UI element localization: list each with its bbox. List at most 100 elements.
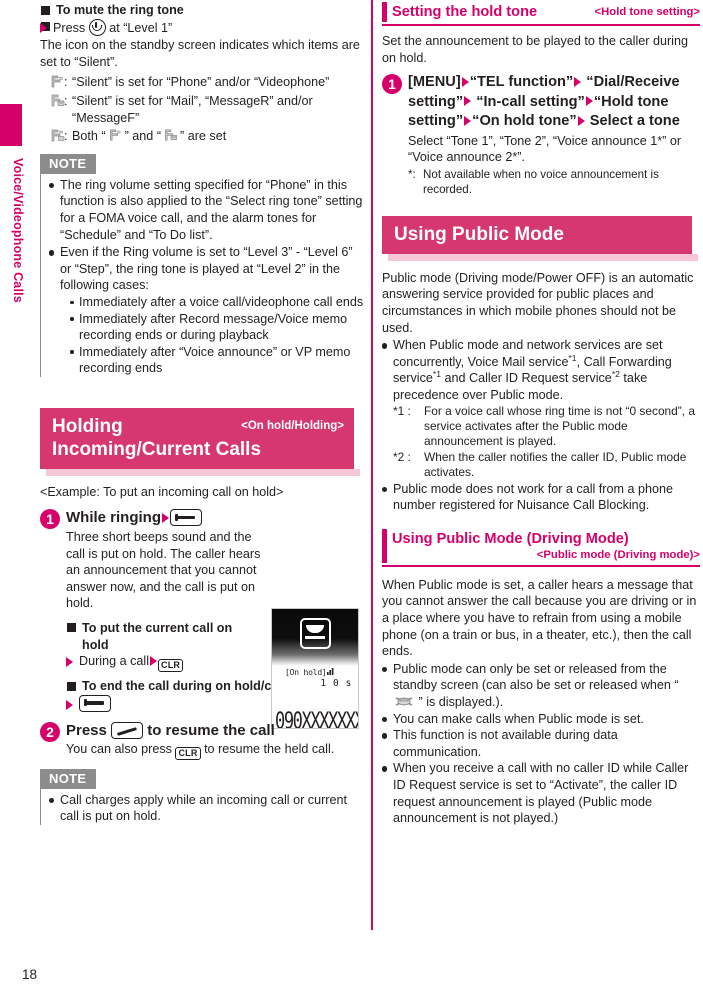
step-1-title-text: While ringing <box>66 509 161 527</box>
triangle-marker-icon <box>585 96 593 107</box>
triangle-marker-icon <box>66 657 73 668</box>
public-mode-footnote-2: *2 : When the caller notifies the caller… <box>393 450 700 481</box>
step-1-title: While ringing <box>66 508 366 528</box>
legend-row-mail: : “Silent” is set for “Mail”, “MessageR”… <box>40 93 366 126</box>
footnote-text: For a voice call whose ring time is not … <box>424 403 695 449</box>
triangle-marker-icon <box>162 512 169 523</box>
section-header-bar: Using Public Mode <box>382 215 692 254</box>
step-2-number: 2 <box>40 722 60 743</box>
press-suffix: at “Level 1” <box>109 20 173 35</box>
footnote-ref: *1 <box>568 352 577 363</box>
legend-text-mail: “Silent” is set for “Mail”, “MessageR” a… <box>72 93 313 125</box>
silent-both-icon <box>48 128 65 148</box>
menu-path-item: “On hold tone” <box>472 113 577 130</box>
subsection-tag-driving-mode: <Public mode (Driving mode)> <box>536 548 700 561</box>
footnote-marker: *1 : <box>393 403 411 418</box>
footnote-ref: *1 <box>432 369 442 380</box>
right-column: <Hold tone setting> Setting the hold ton… <box>382 0 700 827</box>
section-header-title: Holding Incoming/Current Calls <box>52 415 262 460</box>
note-subitem: Immediately after Record message/Voice m… <box>70 311 366 344</box>
bullet-text-before: Public mode can only be set or released … <box>393 661 679 693</box>
triangle-marker-icon <box>464 115 472 126</box>
hold-tone-step-body: Select “Tone 1”, “Tone 2”, “Voice announ… <box>408 133 682 165</box>
left-column: To mute the ring tone Press at “Level 1”… <box>40 0 366 825</box>
legend-text-phone: “Silent” is set for “Phone” and/or “Vide… <box>72 75 330 90</box>
public-mode-footnote-1: *1 : For a voice call whose ring time is… <box>393 404 700 450</box>
mute-ring-tone-block: To mute the ring tone Press at “Level 1”… <box>40 2 366 145</box>
note-item: The ring volume setting specified for “P… <box>49 177 366 243</box>
press-label: Press <box>53 20 86 35</box>
triangle-marker-icon <box>150 655 157 666</box>
bullet-text-part: and Caller ID Request service <box>441 371 612 386</box>
note-block-1: NOTE The ring volume setting specified f… <box>40 153 366 377</box>
thumb-index-tab <box>0 104 22 146</box>
triangle-marker-icon <box>464 96 472 107</box>
triangle-marker-icon <box>66 699 73 710</box>
footnote-marker: *2 : <box>393 449 411 464</box>
mute-ring-tone-action: Press at “Level 1” <box>40 18 366 37</box>
step-1-body: Three short beeps sound and the call is … <box>66 529 261 611</box>
substep-heading-put-on-hold: To put the current call on hold <box>66 620 262 653</box>
subsection-header-driving-mode: Using Public Mode (Driving Mode) <Public… <box>382 528 700 567</box>
note-block-2: NOTE Call charges apply while an incomin… <box>40 768 366 825</box>
driving-mode-bullet: You can make calls when Public mode is s… <box>382 711 700 728</box>
note-item-text: Even if the Ring volume is set to “Level… <box>60 245 353 293</box>
step-2-title: Press to resume the call <box>66 721 366 741</box>
send-call-key-icon <box>111 722 144 740</box>
column-divider <box>371 0 373 930</box>
public-mode-intro: Public mode (Driving mode/Power OFF) is … <box>382 270 694 335</box>
on-hold-handset-icon <box>300 618 331 649</box>
end-call-key-icon <box>79 694 111 712</box>
silent-phone-icon-inline <box>106 128 125 141</box>
note-list: Call charges apply while an incoming cal… <box>49 792 366 825</box>
clr-key-icon: CLR <box>158 659 184 673</box>
note-tag: NOTE <box>40 153 97 174</box>
public-mode-bullet: When Public mode and network services ar… <box>382 337 700 480</box>
hold-tone-step-path: [MENU] “TEL function” “Dial/Receive setti… <box>408 73 700 132</box>
triangle-marker-icon <box>461 76 469 87</box>
legend-colon-1: : <box>64 75 68 90</box>
note-subitem: Immediately after “Voice announce” or VP… <box>70 344 366 377</box>
driving-mode-intro: When Public mode is set, a caller hears … <box>382 577 697 659</box>
end-call-key-icon <box>170 509 202 527</box>
menu-path-item: [MENU] <box>408 74 461 91</box>
triangle-marker-icon <box>577 115 585 126</box>
antenna-icon <box>326 667 336 678</box>
legend-row-both: : Both “ ” and “ ” are set <box>40 128 366 145</box>
phone-screen-status-text: [On hold] <box>285 668 327 677</box>
triangle-marker-icon <box>40 22 47 33</box>
step-2-body-before: You can also press <box>66 741 172 756</box>
mute-ring-tone-heading: To mute the ring tone <box>40 2 366 19</box>
note-list: The ring volume setting specified for “P… <box>49 177 366 377</box>
note-sublist: Immediately after a voice call/videophon… <box>60 294 366 377</box>
step-2: 2 Press to resume the call You can also … <box>40 721 366 760</box>
note-item: Even if the Ring volume is set to “Level… <box>49 244 366 377</box>
step-2-title-before: Press <box>66 722 107 740</box>
phone-screen-timer: 1 0 s <box>320 678 352 689</box>
hold-tone-footnote: *: Not available when no voice announcem… <box>408 167 700 197</box>
public-mode-car-icon <box>393 695 415 708</box>
step-1-number: 1 <box>40 509 60 530</box>
menu-path-item: “TEL function” <box>469 74 574 91</box>
subsection-header-hold-tone: <Hold tone setting> Setting the hold ton… <box>382 2 700 26</box>
footnote-text: Not available when no voice announcement… <box>423 167 659 196</box>
phone-screen-mock: [On hold] 1 0 s 090XXXXXXXXX <box>271 608 359 729</box>
clr-key-icon: CLR <box>175 746 201 760</box>
subsection-tag-hold-tone: <Hold tone setting> <box>594 6 700 18</box>
step-2-body: You can also press CLR to resume the hel… <box>66 741 366 760</box>
substep-action-during-call: During a call CLR <box>66 653 262 673</box>
legend-text-both-after: ” are set <box>180 129 227 144</box>
legend-colon-2: : <box>64 93 68 108</box>
section-header-holding-calls: <On hold/Holding> Holding Incoming/Curre… <box>40 407 366 476</box>
hold-tone-intro: Set the announcement to be played to the… <box>382 34 688 65</box>
phone-screen-status: [On hold] <box>272 667 358 678</box>
menu-path-final: Select a tone <box>589 113 680 130</box>
driving-mode-bullets: Public mode can only be set or released … <box>382 661 700 827</box>
substep-action-label: During a call <box>79 654 149 669</box>
bullet-text-after: ” is displayed.). <box>418 695 504 709</box>
section-header-bar: <On hold/Holding> Holding Incoming/Curre… <box>40 407 354 469</box>
footnote-marker: *: <box>408 167 416 181</box>
driving-mode-bullet: Public mode can only be set or released … <box>382 661 700 711</box>
note-body: The ring volume setting specified for “P… <box>40 173 366 377</box>
hold-tone-step-1: 1 [MENU] “TEL function” “Dial/Receive set… <box>382 73 700 197</box>
